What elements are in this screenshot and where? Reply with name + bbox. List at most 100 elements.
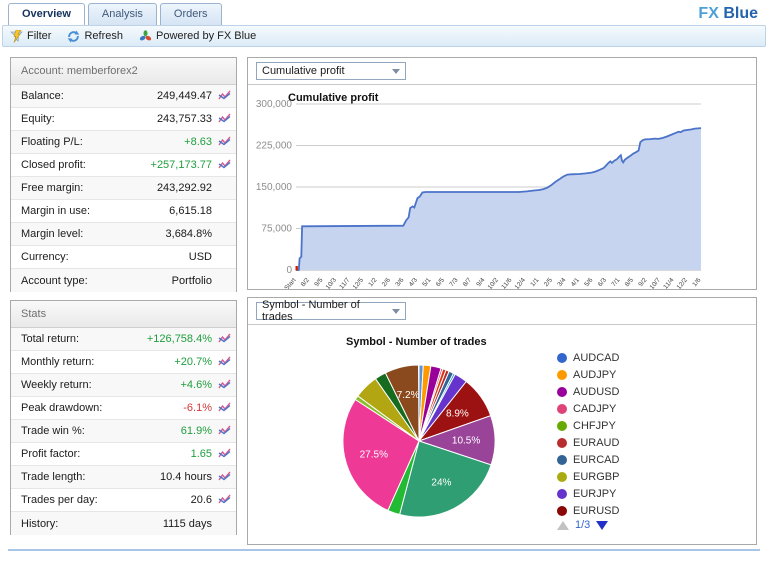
symbol-trades-pie-chart: 8.9%10.5%24%27.5%7.2% [319, 337, 519, 539]
x-axis-tick-label: 9/4 [475, 276, 486, 288]
stats-row: Profit factor:1.65 [11, 443, 236, 466]
legend-item: EURUSD [557, 502, 619, 519]
icon-spacer [212, 182, 231, 194]
x-axis-tick-label: 8/7 [462, 276, 473, 288]
fx-blue-logo: FX Blue [698, 5, 758, 23]
mini-chart-icon[interactable] [212, 113, 231, 125]
row-label: Trade length: [21, 471, 160, 483]
legend-page-down-icon[interactable] [596, 521, 608, 530]
row-label: Trade win %: [21, 425, 181, 437]
row-value: 6,615.18 [169, 205, 212, 217]
mini-chart-icon[interactable] [212, 402, 231, 414]
profit-chart-type-select[interactable]: Cumulative profit [256, 62, 406, 80]
x-axis-tick-label: 4/1 [570, 276, 581, 288]
account-rows: Balance:249,449.47 Equity:243,757.33 Float… [11, 85, 236, 292]
legend-item: EURCAD [557, 451, 619, 468]
mini-chart-icon[interactable] [212, 379, 231, 391]
legend-item: EURAUD [557, 434, 619, 451]
mini-chart-icon[interactable] [212, 90, 231, 102]
legend-label: EURUSD [573, 505, 619, 517]
row-value: 10.4 hours [160, 471, 212, 483]
mini-chart-icon[interactable] [212, 448, 231, 460]
x-axis-tick-label: 9/2 [637, 276, 648, 288]
mini-chart-icon[interactable] [212, 356, 231, 368]
y-axis-tick-label: 225,000 [256, 141, 293, 152]
legend-item: AUDJPY [557, 366, 619, 383]
account-row: Currency:USD [11, 246, 236, 269]
icon-spacer [212, 275, 231, 287]
mini-chart-icon[interactable] [212, 425, 231, 437]
row-label: Peak drawdown: [21, 402, 183, 414]
x-axis-tick-label: 10/2 [487, 276, 501, 289]
mini-chart-icon[interactable] [212, 159, 231, 171]
row-value: 1.65 [191, 448, 212, 460]
legend-swatch-icon [557, 455, 567, 465]
legend-item: CADJPY [557, 400, 619, 417]
fx-blue-mark-icon [139, 30, 152, 43]
row-value: Portfolio [172, 275, 212, 287]
x-axis-tick-label: 12/4 [514, 276, 528, 289]
pie-slice-label: 27.5% [360, 449, 388, 460]
x-axis-tick-label: 1/1 [529, 276, 540, 288]
stats-row: Monthly return:+20.7% [11, 351, 236, 374]
mini-chart-icon[interactable] [212, 333, 231, 345]
mini-chart-icon[interactable] [212, 136, 231, 148]
tab-analysis[interactable]: Analysis [88, 3, 157, 25]
x-axis-tick-label: 1/2 [367, 276, 378, 288]
legend-page-up-icon[interactable] [557, 521, 569, 530]
legend-swatch-icon [557, 387, 567, 397]
account-panel-title: Account: memberforex2 [11, 58, 236, 85]
row-value: -6.1% [183, 402, 212, 414]
row-label: Weekly return: [21, 379, 181, 391]
row-label: Margin level: [21, 228, 166, 240]
mini-chart-icon[interactable] [212, 471, 231, 483]
legend-label: EURJPY [573, 488, 616, 500]
legend-swatch-icon [557, 353, 567, 363]
icon-spacer [212, 228, 231, 240]
pie-chart-dropdown-row: Symbol - Number of trades [248, 298, 756, 325]
tab-overview[interactable]: Overview [8, 3, 85, 25]
legend-swatch-icon [557, 506, 567, 516]
legend-swatch-icon [557, 472, 567, 482]
stats-row: Trade length:10.4 hours [11, 466, 236, 489]
tab-orders[interactable]: Orders [160, 3, 222, 25]
mini-chart-icon[interactable] [212, 494, 231, 506]
row-label: Floating P/L: [21, 136, 184, 148]
legend-swatch-icon [557, 489, 567, 499]
row-label: Trades per day: [21, 494, 191, 506]
area-fill [296, 128, 701, 270]
row-label: Equity: [21, 113, 157, 125]
icon-spacer [212, 251, 231, 263]
row-value: 243,757.33 [157, 113, 212, 125]
x-axis-tick-label: 2/5 [543, 276, 554, 288]
account-row: Closed profit:+257,173.77 [11, 154, 236, 177]
legend-swatch-icon [557, 438, 567, 448]
legend-page-indicator: 1/3 [575, 519, 590, 531]
filter-button[interactable]: Filter [10, 30, 51, 43]
x-axis-tick-label: 7/1 [610, 276, 621, 288]
y-axis-tick-label: 75,000 [261, 224, 292, 235]
pie-chart-type-select[interactable]: Symbol - Number of trades [256, 302, 406, 320]
legend-item: EURJPY [557, 485, 619, 502]
powered-by-link[interactable]: Powered by FX Blue [139, 30, 256, 43]
account-row: Free margin:243,292.92 [11, 177, 236, 200]
stats-row: History:1115 days [11, 512, 236, 535]
pie-slice-label: 7.2% [397, 390, 420, 401]
filter-label: Filter [27, 30, 51, 42]
refresh-icon [67, 30, 80, 43]
pie-chart-type-value: Symbol - Number of trades [262, 299, 392, 323]
x-axis-tick-label: 12/2 [676, 276, 690, 289]
row-value: 1115 days [163, 518, 212, 530]
refresh-button[interactable]: Refresh [67, 30, 123, 43]
x-axis-tick-label: 2/6 [381, 276, 392, 288]
legend-label: EURAUD [573, 437, 619, 449]
stats-row: Weekly return:+4.6% [11, 374, 236, 397]
x-axis-tick-label: 10/3 [325, 276, 339, 289]
legend-item: AUDCAD [557, 349, 619, 366]
account-row: Balance:249,449.47 [11, 85, 236, 108]
pie-legend: AUDCADAUDJPYAUDUSDCADJPYCHFJPYEURAUDEURC… [557, 349, 619, 519]
cumulative-profit-chart: 075,000150,000225,000300,000Start8/29/51… [250, 85, 756, 289]
toolbar: Filter Refresh Powered by F [2, 25, 766, 47]
legend-swatch-icon [557, 421, 567, 431]
account-row: Floating P/L:+8.63 [11, 131, 236, 154]
